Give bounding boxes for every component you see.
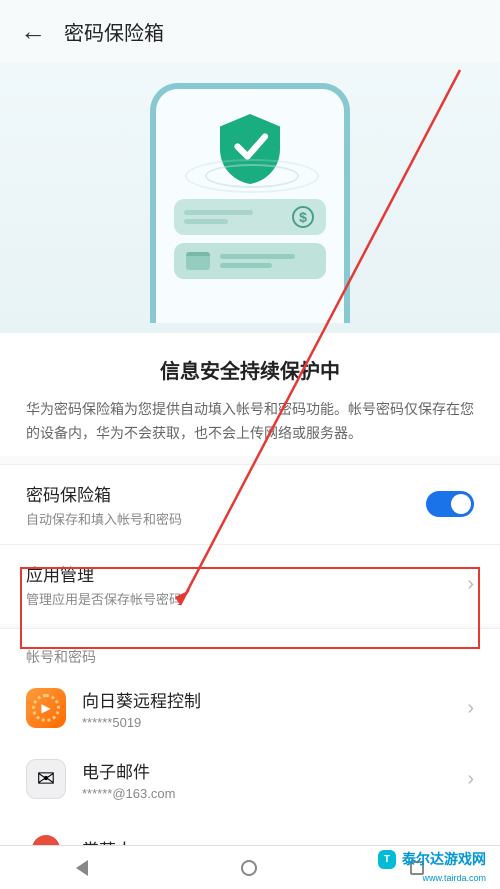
vault-toggle[interactable] [426,491,474,517]
app-manage-row[interactable]: 应用管理 管理应用是否保存帐号密码 › [0,544,500,624]
screen: ← 密码保险箱 $ 信息安全持续保护中 华为密码保险箱为您提供自动填入帐号和密码… [0,0,500,889]
vault-title: 密码保险箱 [26,481,412,506]
page-title: 密码保险箱 [64,17,164,46]
account-row[interactable]: 向日葵远程控制 ******5019 › [0,673,500,744]
ripple-graphic [190,154,310,194]
watermark-badge: T [378,850,396,869]
account-detail: ******5019 [82,715,451,730]
chevron-right-icon: › [467,768,474,791]
nav-home-icon[interactable] [241,860,257,876]
account-name: 向日葵远程控制 [82,687,451,712]
back-icon[interactable]: ← [20,16,46,47]
app-manage-title: 应用管理 [26,561,453,586]
info-description: 华为密码保险箱为您提供自动填入帐号和密码功能。帐号密码仅保存在您的设备内，华为不… [26,398,474,446]
app-manage-subtitle: 管理应用是否保存帐号密码 [26,589,453,608]
chevron-right-icon: › [467,573,474,596]
hero-illustration: $ [0,63,500,333]
account-row[interactable]: ✉ 电子邮件 ******@163.com › [0,744,500,815]
vault-toggle-row[interactable]: 密码保险箱 自动保存和填入帐号和密码 [0,464,500,544]
sunflower-app-icon [26,688,66,728]
accounts-section-label: 帐号和密码 [0,628,500,673]
account-name: 电子邮件 [82,758,451,783]
watermark: T 泰尔达游戏网 [378,849,486,869]
phone-outline-graphic: $ [150,83,350,323]
dollar-icon: $ [292,206,314,228]
payment-card-graphic [174,243,326,279]
mail-app-icon: ✉ [26,759,66,799]
info-title: 信息安全持续保护中 [26,355,474,384]
chevron-right-icon: › [467,697,474,720]
watermark-site: 泰尔达游戏网 [402,849,486,869]
credential-card-graphic: $ [174,199,326,235]
card-icon [186,252,210,270]
settings-list: 密码保险箱 自动保存和填入帐号和密码 应用管理 管理应用是否保存帐号密码 › [0,464,500,624]
nav-back-icon[interactable] [76,860,88,876]
watermark-url: www.tairda.com [422,873,486,883]
header-bar: ← 密码保险箱 [0,0,500,63]
account-detail: ******@163.com [82,786,451,801]
info-section: 信息安全持续保护中 华为密码保险箱为您提供自动填入帐号和密码功能。帐号密码仅保存… [0,333,500,456]
vault-subtitle: 自动保存和填入帐号和密码 [26,509,412,528]
